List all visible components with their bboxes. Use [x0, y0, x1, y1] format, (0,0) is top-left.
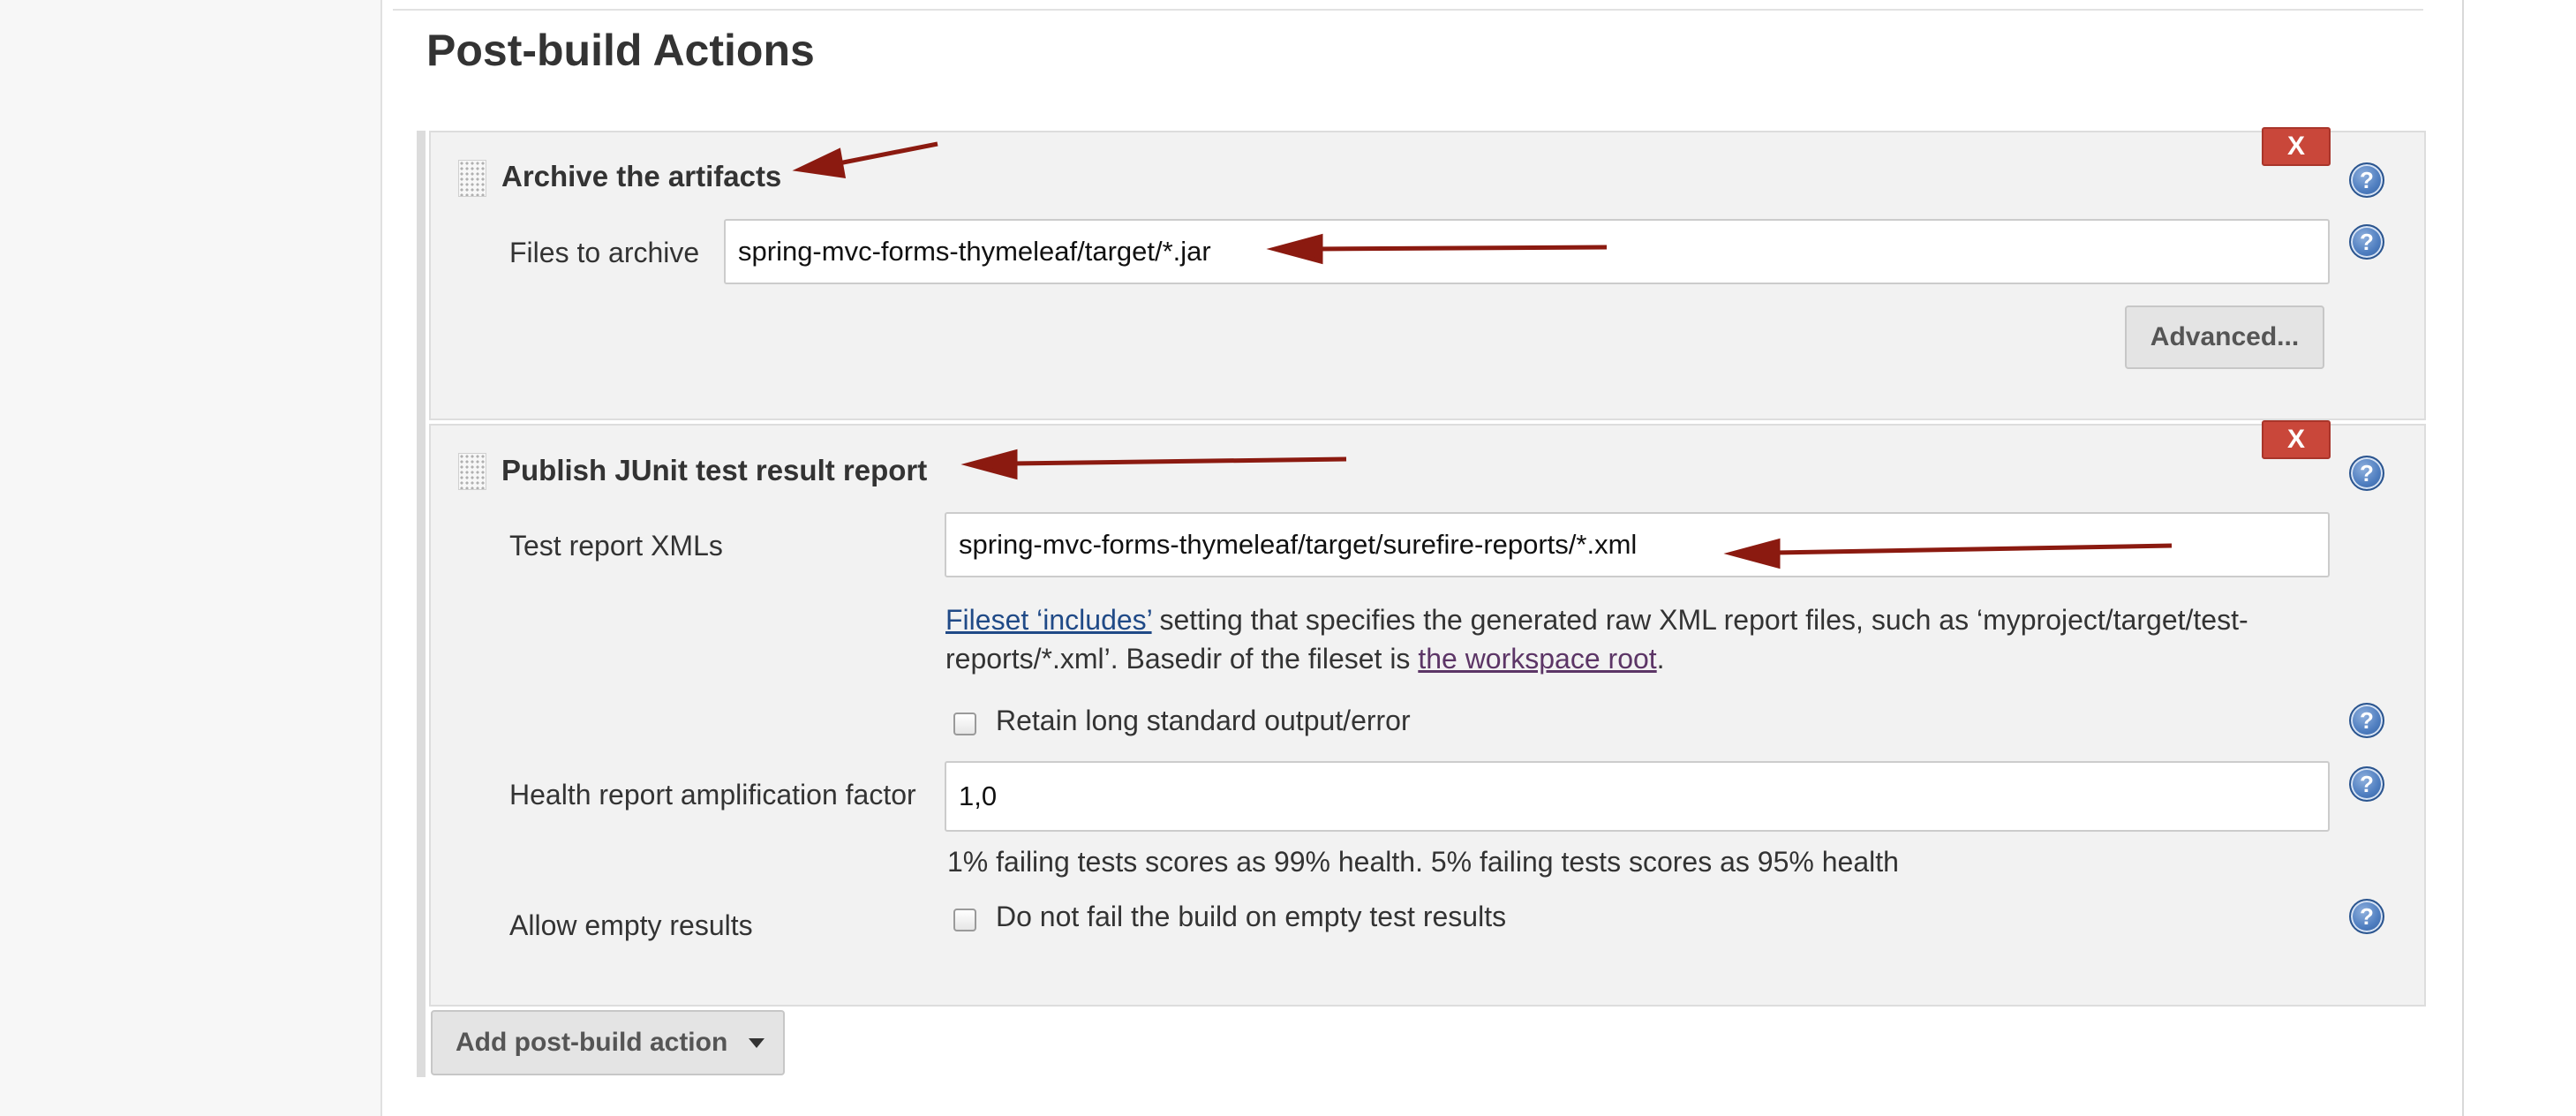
- delete-junit-button[interactable]: X: [2262, 420, 2331, 459]
- help-icon[interactable]: ?: [2349, 766, 2384, 802]
- retain-output-checkbox[interactable]: [953, 713, 976, 735]
- allow-empty-label: Allow empty results: [509, 909, 753, 941]
- allow-empty-checkbox-label: Do not fail the build on empty test resu…: [996, 901, 1507, 932]
- archive-artifacts-title: Archive the artifacts: [501, 160, 782, 192]
- workspace-root-link[interactable]: the workspace root: [1418, 643, 1656, 675]
- add-post-build-action-button[interactable]: Add post-build action: [431, 1010, 785, 1075]
- drag-handle-icon[interactable]: [458, 453, 486, 490]
- left-gutter: [0, 0, 382, 1116]
- test-report-description: Fileset ‘includes’ setting that specifie…: [945, 600, 2323, 678]
- retain-output-label: Retain long standard output/error: [996, 705, 1411, 736]
- help-icon[interactable]: ?: [2349, 162, 2384, 198]
- health-factor-description: 1% failing tests scores as 99% health. 5…: [947, 846, 1899, 878]
- delete-archive-button[interactable]: X: [2262, 127, 2331, 166]
- health-factor-input[interactable]: 1,0: [945, 761, 2330, 832]
- help-icon[interactable]: ?: [2349, 224, 2384, 260]
- caret-down-icon: [749, 1037, 765, 1048]
- description-period: .: [1656, 643, 1665, 675]
- test-report-xmls-input[interactable]: spring-mvc-forms-thymeleaf/target/surefi…: [945, 512, 2330, 577]
- panel-right-border: [2462, 0, 2464, 1116]
- advanced-button[interactable]: Advanced...: [2125, 305, 2324, 369]
- files-to-archive-label: Files to archive: [509, 237, 700, 268]
- fileset-includes-link[interactable]: Fileset ‘includes’: [945, 604, 1152, 636]
- health-factor-label: Health report amplification factor: [509, 779, 916, 811]
- section-title: Post-build Actions: [426, 26, 815, 75]
- publish-junit-title: Publish JUnit test result report: [501, 454, 928, 486]
- help-icon[interactable]: ?: [2349, 703, 2384, 738]
- help-icon[interactable]: ?: [2349, 456, 2384, 491]
- files-to-archive-input[interactable]: spring-mvc-forms-thymeleaf/target/*.jar: [724, 219, 2330, 284]
- section-divider: [393, 9, 2423, 11]
- help-icon[interactable]: ?: [2349, 899, 2384, 934]
- drag-handle-icon[interactable]: [458, 160, 486, 197]
- add-post-build-action-label: Add post-build action: [456, 1028, 728, 1057]
- test-report-xmls-label: Test report XMLs: [509, 530, 723, 562]
- actions-container-bar: [417, 131, 426, 1077]
- allow-empty-checkbox[interactable]: [953, 909, 976, 931]
